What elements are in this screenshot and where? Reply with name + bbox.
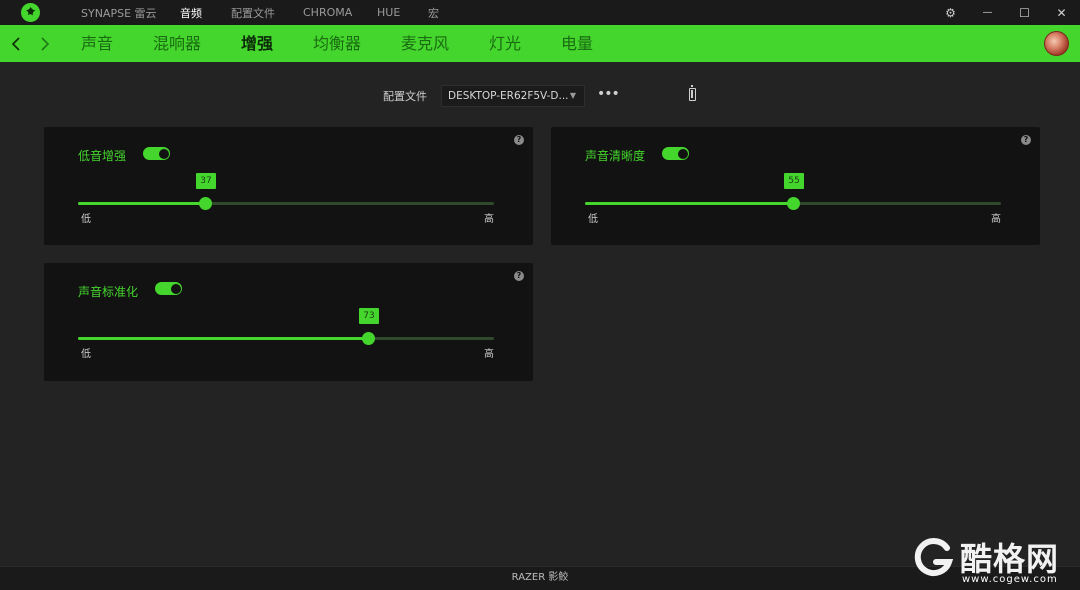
- bass-boost-toggle[interactable]: [143, 147, 170, 160]
- bass-boost-label: 低音增强: [78, 149, 127, 163]
- tab-lighting[interactable]: 灯光: [489, 25, 521, 62]
- voice-clarity-panel: ? 声音清晰度 55 低 高: [551, 127, 1040, 245]
- sound-normalization-panel: ? 声音标准化 73 低 高: [44, 263, 533, 381]
- help-icon[interactable]: ?: [514, 135, 524, 145]
- voice-clarity-toggle[interactable]: [662, 147, 689, 160]
- tab-mixer[interactable]: 混响器: [153, 25, 201, 62]
- title-nav-hue[interactable]: HUE: [377, 6, 400, 19]
- title-nav-audio[interactable]: 音频: [180, 5, 202, 21]
- slider-fill: [78, 337, 368, 340]
- slider-fill: [585, 202, 793, 205]
- slider-value-badge: 73: [359, 308, 379, 324]
- title-nav-profiles[interactable]: 配置文件: [231, 5, 275, 21]
- profile-dropdown-value: DESKTOP-ER62F5V-D...: [448, 90, 569, 102]
- help-icon[interactable]: ?: [514, 271, 524, 281]
- watermark: 酷格网 www.cogew.com: [914, 538, 1080, 586]
- slider-low-label: 低: [81, 214, 91, 225]
- sound-normalization-toggle[interactable]: [155, 282, 182, 295]
- slider-fill: [78, 202, 205, 205]
- forward-arrow-icon[interactable]: [35, 25, 55, 62]
- profile-label: 配置文件: [383, 90, 427, 103]
- slider-high-label: 高: [484, 214, 494, 225]
- maximize-icon[interactable]: ☐: [1006, 0, 1043, 25]
- settings-gear-icon[interactable]: ⚙: [932, 0, 969, 25]
- minimize-icon[interactable]: —: [969, 0, 1006, 25]
- toggle-knob: [677, 148, 688, 159]
- title-nav-synapse[interactable]: SYNAPSE 雷云: [81, 5, 157, 21]
- close-icon[interactable]: ✕: [1043, 0, 1080, 25]
- voice-clarity-label: 声音清晰度: [585, 149, 646, 163]
- watermark-url: www.cogew.com: [962, 574, 1058, 585]
- slider-thumb[interactable]: [786, 197, 800, 210]
- razer-logo-icon[interactable]: [21, 3, 40, 22]
- section-nav-bar: 声音 混响器 增强 均衡器 麦克风 灯光 电量: [0, 25, 1080, 62]
- slider-low-label: 低: [81, 349, 91, 360]
- user-avatar[interactable]: [1044, 31, 1069, 56]
- title-nav-chroma[interactable]: CHROMA: [303, 6, 352, 19]
- window-controls: ⚙ — ☐ ✕: [932, 0, 1080, 25]
- bass-boost-slider[interactable]: 37 低 高: [78, 173, 494, 225]
- slider-value-badge: 55: [784, 173, 804, 189]
- help-icon[interactable]: ?: [1021, 135, 1031, 145]
- slider-low-label: 低: [588, 214, 598, 225]
- slider-high-label: 高: [484, 349, 494, 360]
- title-nav-macro[interactable]: 宏: [428, 5, 439, 21]
- chevron-down-icon: ▼: [569, 91, 576, 100]
- toggle-knob: [158, 148, 169, 159]
- tab-microphone[interactable]: 麦克风: [401, 25, 449, 62]
- battery-icon: [689, 85, 696, 101]
- toggle-knob: [170, 283, 181, 294]
- bass-boost-panel: ? 低音增强 37 低 高: [44, 127, 533, 245]
- voice-clarity-slider[interactable]: 55 低 高: [585, 173, 1001, 225]
- more-options-icon[interactable]: •••: [597, 86, 620, 104]
- tab-sound[interactable]: 声音: [81, 25, 113, 62]
- sound-normalization-label: 声音标准化: [78, 285, 139, 299]
- slider-value-badge: 37: [196, 173, 216, 189]
- slider-thumb[interactable]: [198, 197, 212, 210]
- sound-normalization-slider[interactable]: 73 低 高: [78, 308, 494, 360]
- tab-enhancement[interactable]: 增强: [241, 25, 273, 62]
- profile-dropdown[interactable]: DESKTOP-ER62F5V-D... ▼: [441, 85, 585, 107]
- back-arrow-icon[interactable]: [6, 25, 26, 62]
- tab-equalizer[interactable]: 均衡器: [313, 25, 361, 62]
- tab-power[interactable]: 电量: [561, 25, 593, 62]
- slider-high-label: 高: [991, 214, 1001, 225]
- slider-thumb[interactable]: [361, 332, 375, 345]
- title-bar: SYNAPSE 雷云 音频 配置文件 CHROMA HUE 宏 ⚙ — ☐ ✕: [0, 0, 1080, 25]
- watermark-logo-icon: [914, 538, 954, 577]
